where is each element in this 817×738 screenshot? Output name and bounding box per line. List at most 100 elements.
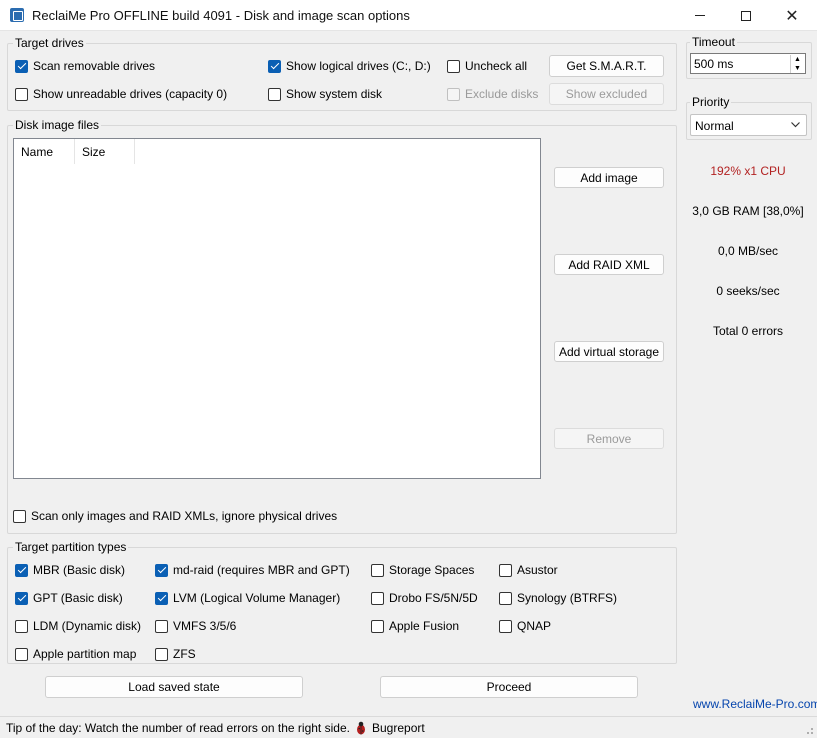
column-header-name[interactable]: Name [14, 139, 75, 164]
checkbox-label: VMFS 3/5/6 [173, 619, 237, 633]
checkbox-label: Show unreadable drives (capacity 0) [33, 87, 228, 101]
timeout-legend: Timeout [690, 35, 737, 49]
show-logical-checkbox[interactable]: Show logical drives (C:, D:) [268, 59, 431, 73]
checkbox-box [499, 563, 512, 577]
partition-type-checkbox[interactable]: LDM (Dynamic disk) [15, 619, 141, 633]
show-system-checkbox[interactable]: Show system disk [268, 87, 382, 101]
add-virtual-storage-button[interactable]: Add virtual storage [554, 341, 664, 362]
uncheck-all-checkbox[interactable]: Uncheck all [447, 59, 527, 73]
checkbox-box [13, 509, 26, 523]
checkbox-box [499, 591, 512, 605]
checkbox-label: ZFS [173, 647, 196, 661]
scan-only-images-checkbox[interactable]: Scan only images and RAID XMLs, ignore p… [13, 509, 337, 523]
checkbox-box [371, 591, 384, 605]
column-header-size[interactable]: Size [75, 139, 135, 164]
checkbox-label: md-raid (requires MBR and GPT) [173, 563, 350, 577]
checkbox-label: Storage Spaces [389, 563, 475, 577]
partition-type-checkbox[interactable]: Storage Spaces [371, 563, 474, 577]
exclude-disks-checkbox[interactable]: Exclude disks [447, 87, 538, 101]
partition-type-checkbox[interactable]: Synology (BTRFS) [499, 591, 617, 605]
proceed-button[interactable]: Proceed [380, 676, 638, 698]
checkbox-box [371, 563, 384, 577]
bug-icon[interactable] [355, 721, 367, 735]
cpu-usage: 192% x1 CPU [710, 164, 786, 178]
close-icon: ✕ [785, 7, 799, 25]
checkbox-box [155, 591, 168, 605]
checkbox-label: LDM (Dynamic disk) [33, 619, 142, 633]
close-button[interactable]: ✕ [769, 0, 815, 31]
checkbox-label: Asustor [517, 563, 558, 577]
timeout-value: 500 ms [694, 57, 734, 71]
maximize-button[interactable] [723, 0, 769, 31]
get-smart-button[interactable]: Get S.M.A.R.T. [549, 55, 664, 77]
checkbox-box [15, 563, 28, 577]
spinner-buttons[interactable]: ▲ ▼ [790, 55, 804, 73]
checkbox-box [268, 87, 281, 101]
chevron-down-icon [791, 122, 800, 128]
show-excluded-button[interactable]: Show excluded [549, 83, 664, 105]
priority-legend: Priority [690, 95, 732, 109]
partition-type-checkbox[interactable]: VMFS 3/5/6 [155, 619, 236, 633]
checkbox-label: Exclude disks [465, 87, 539, 101]
partition-types-legend: Target partition types [13, 540, 129, 554]
priority-value: Normal [695, 119, 734, 133]
checkbox-box [447, 87, 460, 101]
checkbox-label: Synology (BTRFS) [517, 591, 618, 605]
checkbox-label: Apple Fusion [389, 619, 460, 633]
bugreport-link[interactable]: Bugreport [372, 721, 425, 735]
maximize-icon [741, 10, 751, 21]
status-bar: Tip of the day: Watch the number of read… [0, 716, 817, 738]
priority-select[interactable]: Normal [690, 114, 807, 136]
seek-rate: 0 seeks/sec [716, 284, 780, 298]
checkbox-box [15, 619, 28, 633]
checkbox-label: Scan removable drives [33, 59, 156, 73]
timeout-spinner[interactable]: 500 ms ▲ ▼ [690, 53, 806, 74]
spin-up-icon[interactable]: ▲ [791, 55, 804, 64]
add-image-button[interactable]: Add image [554, 167, 664, 188]
partition-type-checkbox[interactable]: MBR (Basic disk) [15, 563, 125, 577]
app-icon [10, 8, 24, 22]
partition-type-checkbox[interactable]: Apple partition map [15, 647, 136, 661]
checkbox-box [155, 563, 168, 577]
partition-type-checkbox[interactable]: Apple Fusion [371, 619, 459, 633]
transfer-speed: 0,0 MB/sec [717, 244, 779, 258]
scan-removable-checkbox[interactable]: Scan removable drives [15, 59, 155, 73]
remove-button[interactable]: Remove [554, 428, 664, 449]
add-raid-xml-button[interactable]: Add RAID XML [554, 254, 664, 275]
checkbox-box [499, 619, 512, 633]
minimize-icon [695, 15, 705, 16]
website-link[interactable]: www.ReclaiMe-Pro.com [693, 697, 817, 711]
checkbox-label: Apple partition map [33, 647, 137, 661]
target-drives-legend: Target drives [13, 36, 86, 50]
checkbox-label: MBR (Basic disk) [33, 563, 126, 577]
partition-type-checkbox[interactable]: LVM (Logical Volume Manager) [155, 591, 340, 605]
partition-type-checkbox[interactable]: GPT (Basic disk) [15, 591, 123, 605]
checkbox-box [15, 647, 28, 661]
partition-type-checkbox[interactable]: ZFS [155, 647, 196, 661]
partition-type-checkbox[interactable]: md-raid (requires MBR and GPT) [155, 563, 350, 577]
checkbox-label: Drobo FS/5N/5D [389, 591, 478, 605]
partition-type-checkbox[interactable]: Drobo FS/5N/5D [371, 591, 478, 605]
title-bar[interactable]: ReclaiMe Pro OFFLINE build 4091 - Disk a… [0, 0, 817, 31]
checkbox-label: Show system disk [286, 87, 383, 101]
show-unreadable-checkbox[interactable]: Show unreadable drives (capacity 0) [15, 87, 227, 101]
tip-of-the-day: Tip of the day: Watch the number of read… [6, 721, 350, 735]
window-title: ReclaiMe Pro OFFLINE build 4091 - Disk a… [32, 8, 410, 23]
spin-down-icon[interactable]: ▼ [791, 64, 804, 73]
load-saved-state-button[interactable]: Load saved state [45, 676, 303, 698]
checkbox-box [371, 619, 384, 633]
image-list[interactable]: Name Size [13, 138, 541, 479]
checkbox-box [447, 59, 460, 73]
partition-type-checkbox[interactable]: QNAP [499, 619, 551, 633]
checkbox-label: Uncheck all [465, 59, 528, 73]
checkbox-box [268, 59, 281, 73]
checkbox-label: GPT (Basic disk) [33, 591, 123, 605]
resize-grip-icon[interactable] [804, 725, 814, 735]
disk-images-legend: Disk image files [13, 118, 102, 132]
error-count: Total 0 errors [712, 324, 784, 338]
checkbox-box [15, 591, 28, 605]
checkbox-box [155, 647, 168, 661]
minimize-button[interactable] [677, 0, 723, 31]
partition-type-checkbox[interactable]: Asustor [499, 563, 558, 577]
checkbox-box [15, 87, 28, 101]
